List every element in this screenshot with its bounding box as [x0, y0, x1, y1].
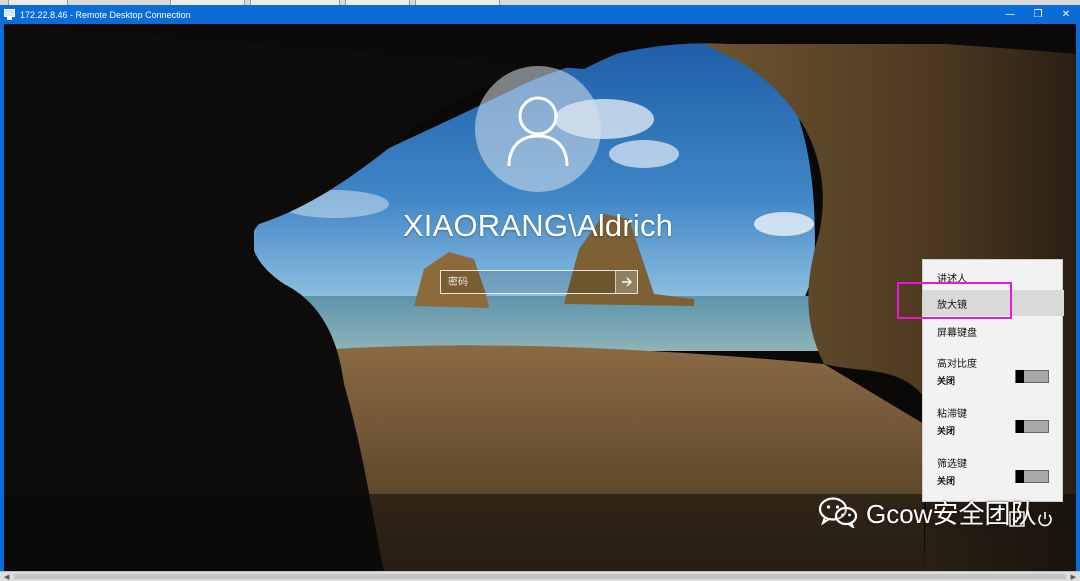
user-icon — [507, 96, 569, 167]
toggle-state: 关闭 — [937, 377, 956, 387]
ease-of-access-icon[interactable] — [1008, 510, 1026, 528]
arrow-right-icon — [621, 277, 632, 287]
filter-keys-switch[interactable] — [1015, 470, 1049, 483]
submit-button[interactable] — [615, 271, 637, 293]
toggle-label: 高对比度 — [937, 359, 977, 370]
window-title-bar: 172.22.8.46 - Remote Desktop Connection … — [0, 5, 1080, 24]
window-title: 172.22.8.46 - Remote Desktop Connection — [20, 9, 191, 20]
scroll-right-icon[interactable]: ▶ — [1071, 573, 1076, 581]
horizontal-scrollbar[interactable]: ◀ ▶ — [0, 571, 1080, 581]
scrollbar-thumb[interactable] — [14, 574, 1066, 579]
watermark: Gcow安全团队 — [818, 494, 1036, 530]
close-button[interactable]: ✕ — [1052, 5, 1080, 24]
toggle-state: 关闭 — [937, 477, 956, 487]
high-contrast-switch[interactable] — [1015, 370, 1049, 383]
password-field-container — [440, 270, 638, 294]
toggle-high-contrast: 高对比度 关闭 — [923, 355, 1064, 405]
login-username: XIAORANG\Aldrich — [402, 208, 674, 243]
toggle-state: 关闭 — [937, 427, 956, 437]
password-input[interactable] — [441, 271, 615, 293]
window-frame-right — [1076, 24, 1080, 571]
toggle-label: 筛选键 — [937, 459, 967, 470]
menu-item-onscreen-keyboard[interactable]: 屏幕键盘 — [923, 318, 1064, 344]
remote-desktop-icon[interactable] — [4, 9, 15, 20]
maximize-button[interactable]: ❐ — [1024, 5, 1052, 24]
power-icon[interactable] — [1036, 510, 1054, 528]
wechat-icon — [818, 497, 858, 528]
user-avatar — [475, 66, 601, 192]
sticky-keys-switch[interactable] — [1015, 420, 1049, 433]
annotation-highlight-box — [897, 282, 1012, 319]
minimize-button[interactable]: — — [996, 5, 1024, 24]
toggle-sticky-keys: 粘滞键 关闭 — [923, 405, 1064, 455]
toggle-label: 粘滞键 — [937, 409, 967, 420]
scroll-left-icon[interactable]: ◀ — [4, 573, 9, 581]
